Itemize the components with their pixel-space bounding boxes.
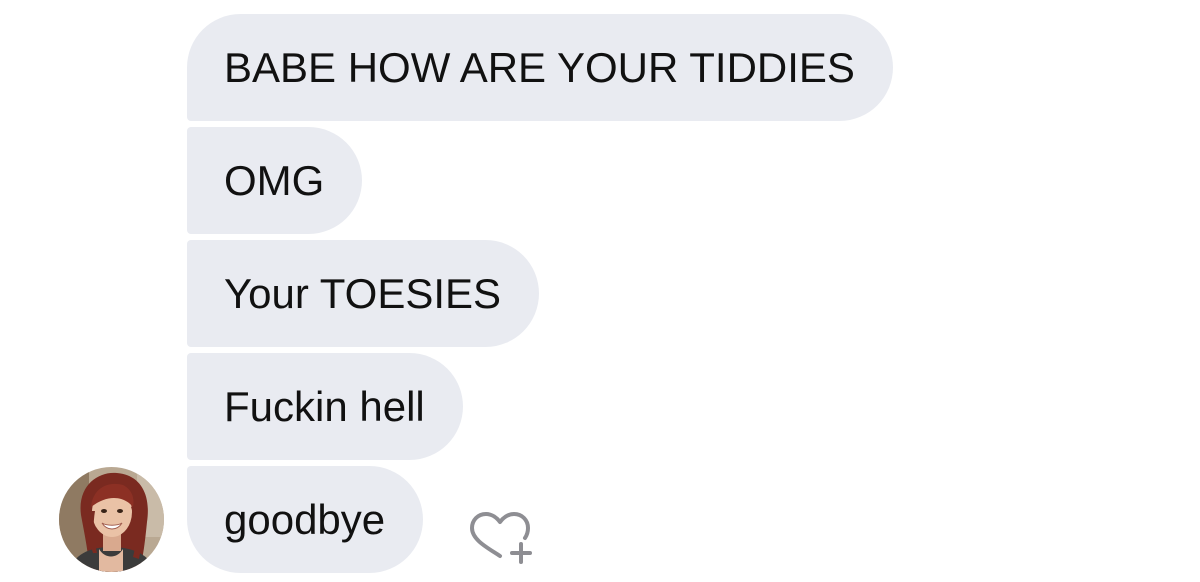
message-bubble[interactable]: OMG	[187, 127, 363, 234]
sender-avatar[interactable]	[59, 467, 164, 572]
heart-plus-icon[interactable]	[468, 510, 534, 566]
message-bubble[interactable]: BABE HOW ARE YOUR TIDDIES	[187, 14, 893, 121]
message-bubble[interactable]: Your TOESIES	[187, 240, 540, 347]
message-bubble[interactable]: goodbye	[187, 466, 424, 573]
message-bubble[interactable]: Fuckin hell	[187, 353, 463, 460]
avatar-photo	[59, 467, 164, 572]
